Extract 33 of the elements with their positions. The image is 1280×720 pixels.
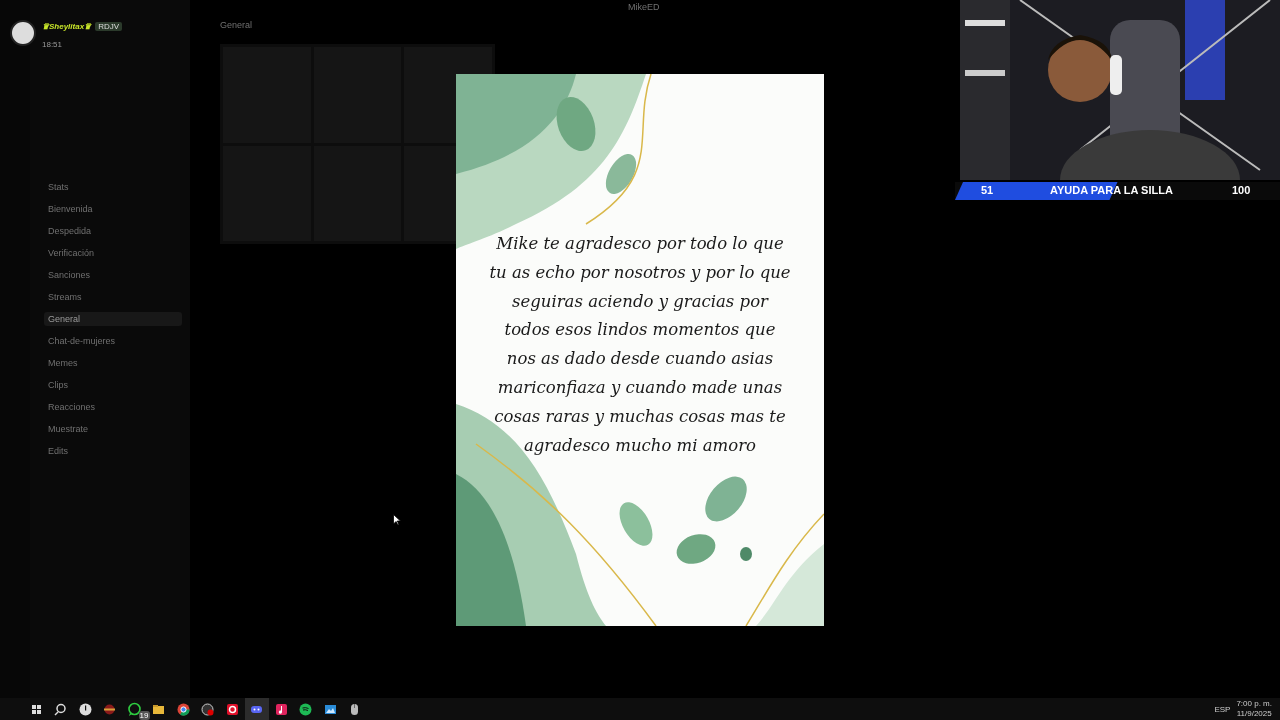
- channel-item[interactable]: Chat-de-mujeres: [44, 334, 182, 348]
- server-title: MikeED: [628, 2, 660, 12]
- ring-icon: [224, 701, 240, 717]
- channel-item[interactable]: Bienvenida: [44, 202, 182, 216]
- channel-item[interactable]: Reacciones: [44, 400, 182, 414]
- username: ♛Sheylitax♛: [42, 22, 92, 31]
- message-text: Mike te agradesco por todo lo que tu as echo por nosotros y por lo que seguiras aciendo y gracias por todos esos lindos momentos que nos as dado desde cuando asias mariconfiaza y cuando made unas cosas raras y muchas cosas mas te agradesco mucho mi amoro: [488, 233, 792, 457]
- channel-item[interactable]: Verificación: [44, 246, 182, 260]
- music-note-icon: [273, 701, 289, 717]
- channel-item[interactable]: Edits: [44, 444, 182, 458]
- channel-title: General: [220, 20, 253, 30]
- language-indicator[interactable]: ESP: [1214, 704, 1231, 714]
- channel-item[interactable]: General: [44, 312, 182, 326]
- channel-item[interactable]: Despedida: [44, 224, 182, 238]
- timestamp: 18:51: [42, 40, 63, 49]
- cursor-icon: [393, 514, 401, 526]
- channel-item[interactable]: Clips: [44, 378, 182, 392]
- clock-date[interactable]: 11/9/2025: [1236, 709, 1272, 719]
- recorder-icon: [200, 701, 216, 717]
- music-icon: [298, 701, 314, 717]
- channel-item[interactable]: Sanciones: [44, 268, 182, 282]
- badge-label: RDJV: [95, 22, 123, 31]
- search-icon: [53, 701, 69, 717]
- browser-icon: [175, 701, 191, 717]
- channel-item[interactable]: Streams: [44, 290, 182, 304]
- chat-icon: [126, 701, 142, 717]
- goal-target: 100: [1232, 184, 1251, 196]
- goal-current: 51: [981, 184, 994, 196]
- channel-item[interactable]: Stats: [44, 180, 182, 194]
- clock-time[interactable]: 7:00 p. m.: [1236, 699, 1272, 709]
- badge-count: 19: [138, 711, 150, 720]
- channel-item[interactable]: Muestrate: [44, 422, 182, 436]
- channel-item[interactable]: Memes: [44, 356, 182, 370]
